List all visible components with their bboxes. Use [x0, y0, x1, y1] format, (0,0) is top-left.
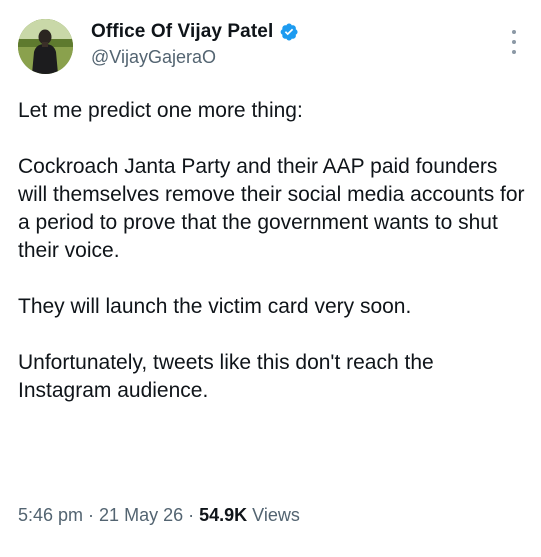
meta-separator: ·	[188, 505, 195, 525]
meta-separator: ·	[88, 505, 95, 525]
more-vertical-icon[interactable]	[507, 30, 521, 54]
tweet-card: Office Of Vijay Patel @VijayGajeraO Let …	[0, 0, 541, 557]
more-dot	[512, 40, 516, 44]
author-display-name[interactable]: Office Of Vijay Patel	[91, 21, 273, 43]
more-dot	[512, 30, 516, 34]
person-silhouette-avatar-icon	[18, 19, 73, 74]
tweet-meta: 5:46 pm · 21 May 26 · 54.9K Views	[18, 505, 300, 526]
tweet-paragraph: Let me predict one more thing:	[18, 99, 303, 122]
author-avatar[interactable]	[18, 19, 73, 74]
tweet-paragraph: Unfortunately, tweets like this don't re…	[18, 351, 434, 402]
author-name-row: Office Of Vijay Patel	[91, 18, 299, 46]
tweet-time[interactable]: 5:46 pm	[18, 505, 83, 526]
more-dot	[512, 50, 516, 54]
tweet-text: Let me predict one more thing: Cockroach…	[18, 97, 528, 405]
tweet-date[interactable]: 21 May 26	[99, 505, 183, 526]
tweet-paragraph: Cockroach Janta Party and their AAP paid…	[18, 155, 525, 262]
tweet-paragraph: They will launch the victim card very so…	[18, 295, 412, 318]
verified-badge-icon	[279, 22, 299, 42]
views-label: Views	[252, 505, 300, 525]
views-count[interactable]: 54.9K	[199, 505, 247, 526]
author-handle[interactable]: @VijayGajeraO	[91, 47, 216, 68]
